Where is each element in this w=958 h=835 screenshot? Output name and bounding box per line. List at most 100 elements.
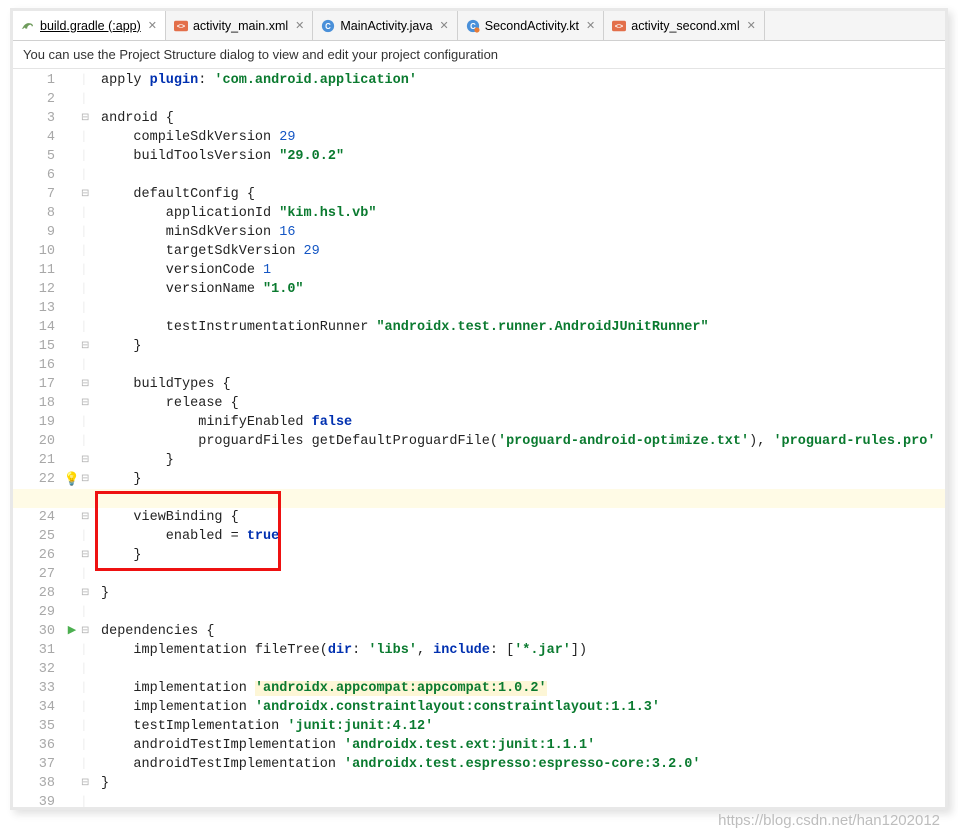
- fold-close-icon[interactable]: ⊟: [81, 337, 89, 356]
- fold-open-icon[interactable]: ⊟: [81, 109, 89, 128]
- code-line[interactable]: versionCode 1: [101, 261, 945, 280]
- code-line[interactable]: [101, 356, 945, 375]
- xml-icon: <>: [174, 19, 188, 33]
- close-icon[interactable]: ✕: [293, 19, 304, 32]
- line-number: 34: [13, 698, 55, 717]
- line-number: 24: [13, 508, 55, 527]
- line-number: 35: [13, 717, 55, 736]
- editor-window: build.gradle (:app) ✕ <> activity_main.xml ✕…: [10, 8, 948, 810]
- code-line[interactable]: testImplementation 'junit:junit:4.12': [101, 717, 945, 736]
- line-number: 10: [13, 242, 55, 261]
- code-line[interactable]: applicationId "kim.hsl.vb": [101, 204, 945, 223]
- code-line[interactable]: buildToolsVersion "29.0.2": [101, 147, 945, 166]
- code-editor[interactable]: 1234567891011121314151617181920212223242…: [13, 69, 945, 809]
- code-line[interactable]: apply plugin: 'com.android.application': [101, 71, 945, 90]
- tab-activity_main-xml[interactable]: <> activity_main.xml ✕: [166, 11, 313, 40]
- code-line[interactable]: }: [101, 451, 945, 470]
- line-number: 39: [13, 793, 55, 810]
- fold-open-icon[interactable]: ⊟: [81, 375, 89, 394]
- fold-open-icon[interactable]: ⊟: [81, 622, 89, 641]
- tab-label: activity_second.xml: [631, 19, 739, 33]
- fold-close-icon[interactable]: ⊟: [81, 546, 89, 565]
- line-number: 19: [13, 413, 55, 432]
- code-line[interactable]: android {: [101, 109, 945, 128]
- tab-build-gradle-app-[interactable]: build.gradle (:app) ✕: [13, 11, 166, 40]
- line-number: 17: [13, 375, 55, 394]
- code-line[interactable]: [101, 660, 945, 679]
- code-line[interactable]: }: [101, 774, 945, 793]
- close-icon[interactable]: ✕: [146, 19, 157, 32]
- svg-text:<>: <>: [615, 23, 623, 30]
- code-line[interactable]: compileSdkVersion 29: [101, 128, 945, 147]
- line-number: 25: [13, 527, 55, 546]
- code-line[interactable]: }: [101, 584, 945, 603]
- line-number: 28: [13, 584, 55, 603]
- close-icon[interactable]: ✕: [745, 19, 756, 32]
- run-gutter-icon[interactable]: ▶: [68, 622, 76, 641]
- xml-icon: <>: [612, 19, 626, 33]
- code-line[interactable]: targetSdkVersion 29: [101, 242, 945, 261]
- tab-label: build.gradle (:app): [40, 19, 141, 33]
- code-line[interactable]: [101, 166, 945, 185]
- project-structure-banner[interactable]: You can use the Project Structure dialog…: [13, 41, 945, 69]
- code-line[interactable]: [101, 603, 945, 622]
- line-number: 21: [13, 451, 55, 470]
- fold-close-icon[interactable]: ⊟: [81, 451, 89, 470]
- code-line[interactable]: dependencies {: [101, 622, 945, 641]
- fold-close-icon[interactable]: ⊟: [81, 774, 89, 793]
- svg-text:C: C: [326, 22, 332, 31]
- line-number: 27: [13, 565, 55, 584]
- tab-label: activity_main.xml: [193, 19, 288, 33]
- line-number: 8: [13, 204, 55, 223]
- line-number: 26: [13, 546, 55, 565]
- java-icon: C: [321, 19, 335, 33]
- code-line[interactable]: defaultConfig {: [101, 185, 945, 204]
- line-number: 32: [13, 660, 55, 679]
- code-line[interactable]: androidTestImplementation 'androidx.test…: [101, 736, 945, 755]
- line-number: 9: [13, 223, 55, 242]
- code-line[interactable]: release {: [101, 394, 945, 413]
- tab-label: MainActivity.java: [340, 19, 432, 33]
- fold-open-icon[interactable]: ⊟: [81, 185, 89, 204]
- close-icon[interactable]: ✕: [584, 19, 595, 32]
- fold-close-icon[interactable]: ⊟: [81, 470, 89, 489]
- code-line[interactable]: minifyEnabled false: [101, 413, 945, 432]
- code-line[interactable]: buildTypes {: [101, 375, 945, 394]
- code-line[interactable]: [101, 90, 945, 109]
- line-number: 11: [13, 261, 55, 280]
- code-line[interactable]: implementation fileTree(dir: 'libs', inc…: [101, 641, 945, 660]
- fold-close-icon[interactable]: ⊟: [81, 584, 89, 603]
- line-number: 2: [13, 90, 55, 109]
- line-number: 7: [13, 185, 55, 204]
- code-line[interactable]: [101, 793, 945, 809]
- code-line[interactable]: minSdkVersion 16: [101, 223, 945, 242]
- line-number: 31: [13, 641, 55, 660]
- fold-column: ││⊟│││⊟│││││││⊟│⊟⊟││⊟⊟│⊟│⊟│⊟│⊟│││││││⊟│: [81, 69, 97, 809]
- code-line[interactable]: }: [101, 337, 945, 356]
- tab-activity_second-xml[interactable]: <> activity_second.xml ✕: [604, 11, 765, 40]
- line-number: 13: [13, 299, 55, 318]
- tab-label: SecondActivity.kt: [485, 19, 579, 33]
- fold-open-icon[interactable]: ⊟: [81, 394, 89, 413]
- tab-mainactivity-java[interactable]: C MainActivity.java ✕: [313, 11, 457, 40]
- gutter-icon-column: 💡▶: [63, 69, 81, 809]
- line-number: 18: [13, 394, 55, 413]
- code-line[interactable]: testInstrumentationRunner "androidx.test…: [101, 318, 945, 337]
- line-number: 6: [13, 166, 55, 185]
- fold-open-icon[interactable]: ⊟: [81, 508, 89, 527]
- code-line[interactable]: proguardFiles getDefaultProguardFile('pr…: [101, 432, 945, 451]
- code-line[interactable]: androidTestImplementation 'androidx.test…: [101, 755, 945, 774]
- code-line[interactable]: implementation 'androidx.constraintlayou…: [101, 698, 945, 717]
- code-line[interactable]: }: [101, 470, 945, 489]
- line-number: 15: [13, 337, 55, 356]
- code-line[interactable]: versionName "1.0": [101, 280, 945, 299]
- intention-bulb-icon[interactable]: 💡: [64, 470, 80, 489]
- line-number: 14: [13, 318, 55, 337]
- line-number: 38: [13, 774, 55, 793]
- code-line[interactable]: implementation 'androidx.appcompat:appco…: [101, 679, 945, 698]
- code-line[interactable]: [101, 299, 945, 318]
- line-number: 1: [13, 71, 55, 90]
- code-area[interactable]: apply plugin: 'com.android.application' …: [97, 69, 945, 809]
- close-icon[interactable]: ✕: [438, 19, 449, 32]
- tab-secondactivity-kt[interactable]: CSecondActivity.kt✕: [458, 11, 604, 40]
